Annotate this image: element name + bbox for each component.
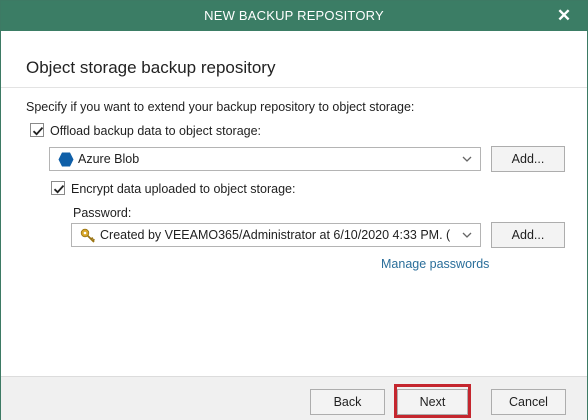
object-storage-select[interactable]: Azure Blob — [49, 147, 481, 171]
next-button[interactable]: Next — [397, 389, 468, 415]
manage-passwords-link[interactable]: Manage passwords — [381, 257, 489, 271]
header-panel: Object storage backup repository — [1, 31, 587, 81]
add-password-button[interactable]: Add... — [491, 222, 565, 248]
window-title: NEW BACKUP REPOSITORY — [204, 8, 384, 23]
encrypt-label: Encrypt data uploaded to object storage: — [71, 182, 296, 196]
password-value: Created by VEEAMO365/Administrator at 6/… — [100, 228, 450, 242]
password-select[interactable]: Created by VEEAMO365/Administrator at 6/… — [71, 223, 481, 247]
checkmark-icon — [32, 127, 44, 136]
key-icon — [80, 228, 96, 243]
page-title: Object storage backup repository — [26, 58, 276, 77]
dialog-window: NEW BACKUP REPOSITORY ✕ Object storage b… — [0, 0, 588, 420]
azure-hexagon-icon — [58, 152, 74, 167]
chevron-down-icon — [462, 232, 472, 238]
footer-bar: Back Next Cancel — [1, 376, 587, 420]
cancel-button[interactable]: Cancel — [491, 389, 566, 415]
offload-label: Offload backup data to object storage: — [50, 124, 262, 138]
object-storage-value: Azure Blob — [78, 152, 140, 166]
offload-checkbox[interactable] — [30, 123, 44, 137]
close-icon[interactable]: ✕ — [553, 5, 575, 27]
header-divider — [1, 87, 587, 88]
back-button[interactable]: Back — [310, 389, 385, 415]
password-label: Password: — [73, 206, 132, 220]
add-object-storage-button[interactable]: Add... — [491, 146, 565, 172]
checkmark-icon — [53, 185, 65, 194]
instruction-text: Specify if you want to extend your backu… — [26, 100, 415, 114]
title-bar: NEW BACKUP REPOSITORY ✕ — [1, 1, 587, 31]
encrypt-checkbox[interactable] — [51, 181, 65, 195]
chevron-down-icon — [462, 156, 472, 162]
